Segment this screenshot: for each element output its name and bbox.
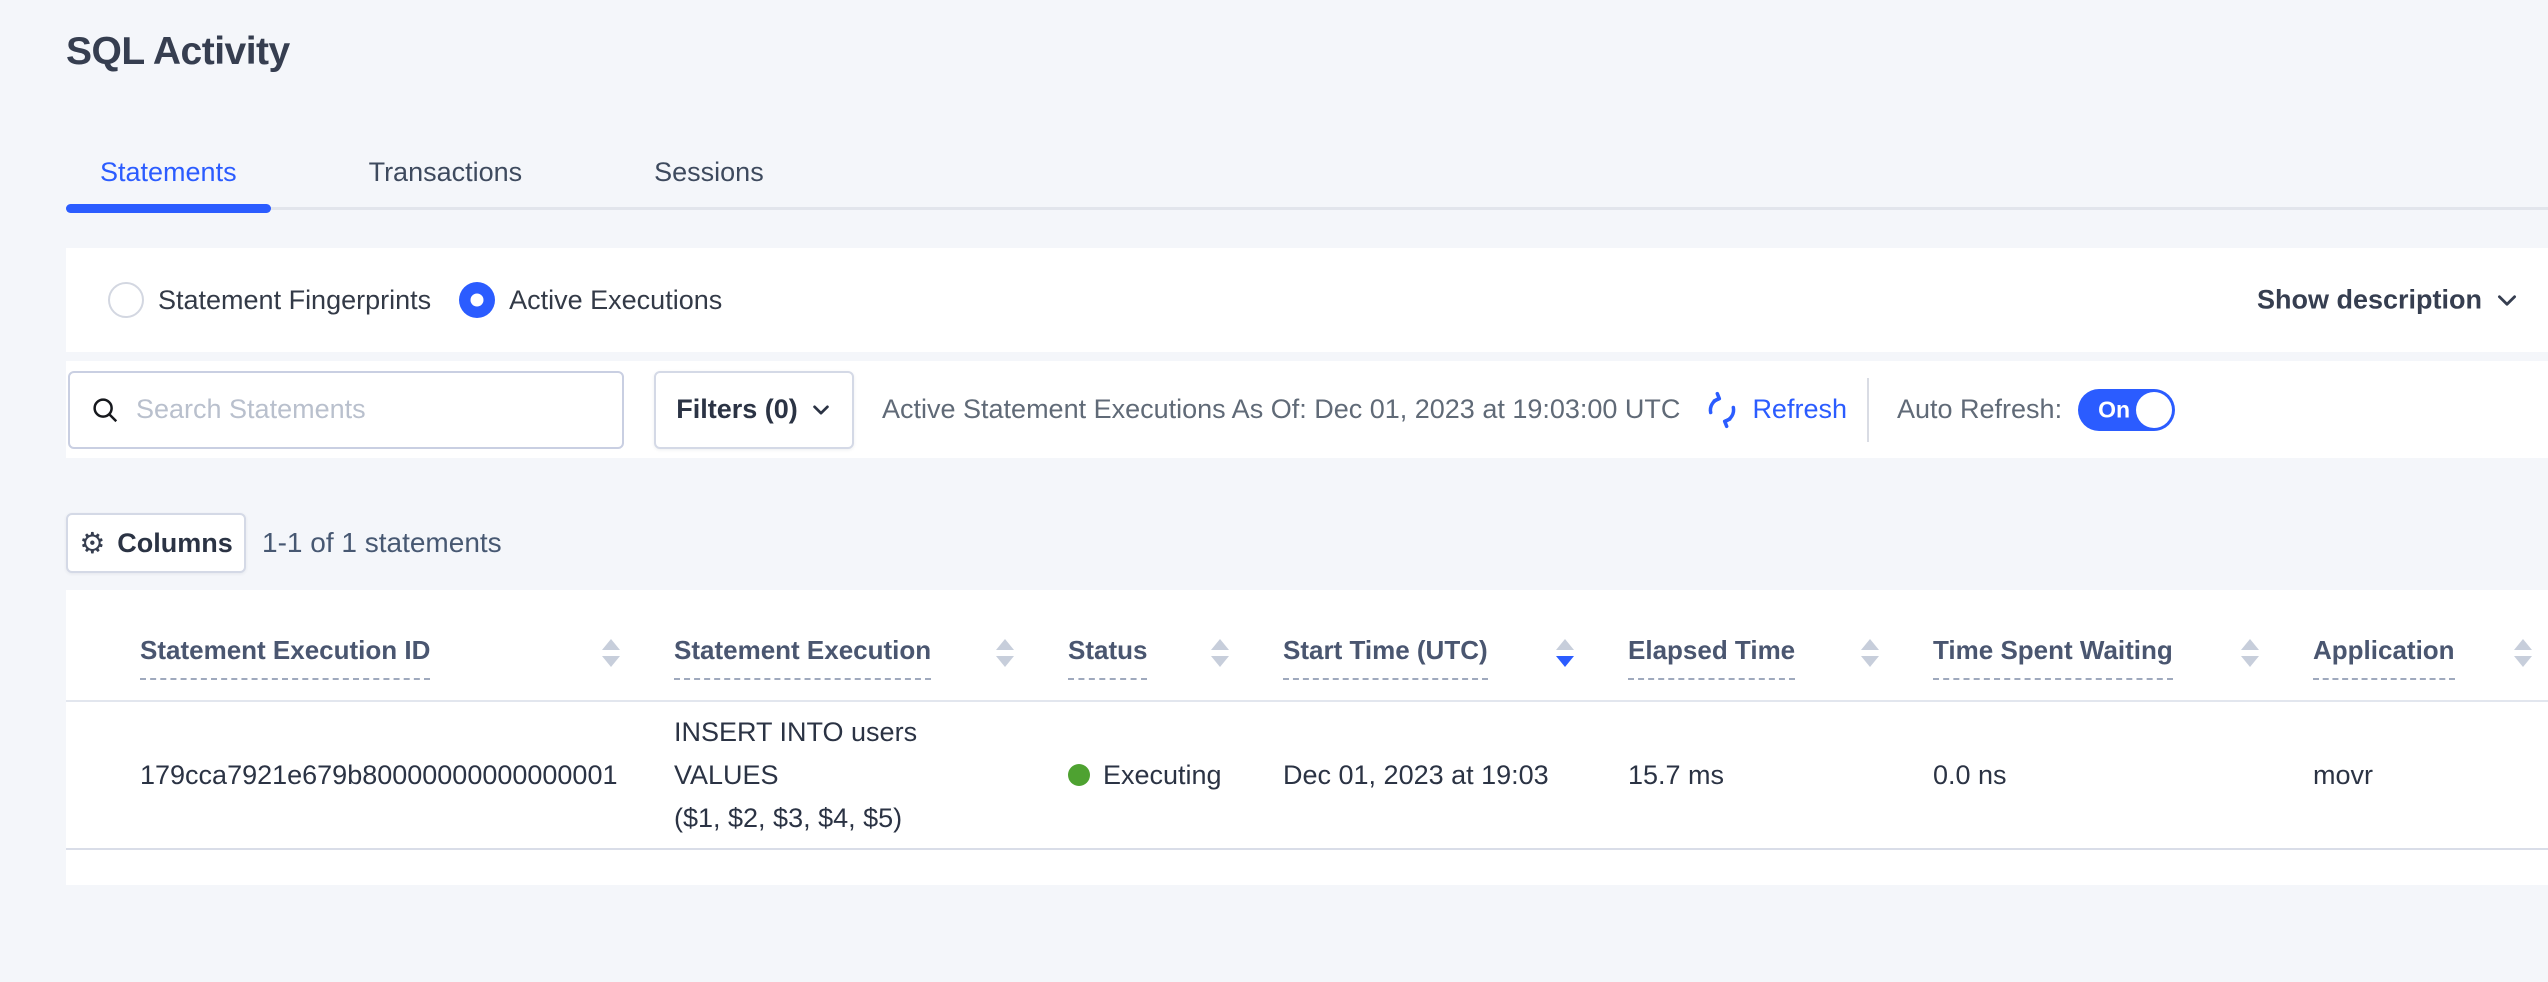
- auto-refresh-toggle[interactable]: On: [2078, 389, 2175, 431]
- cell-status: Executing: [1030, 702, 1245, 848]
- cell-execution-id[interactable]: 179cca7921e679b80000000000000001: [66, 702, 636, 848]
- toggle-state-label: On: [2098, 396, 2130, 423]
- sort-arrows-icon[interactable]: [996, 639, 1014, 667]
- radio-statement-fingerprints[interactable]: Statement Fingerprints: [108, 282, 431, 318]
- auto-refresh-label: Auto Refresh:: [1897, 394, 2062, 425]
- table-header-row: Statement Execution ID Statement Executi…: [66, 590, 2548, 702]
- toggle-knob-icon: [2136, 392, 2172, 428]
- columns-label: Columns: [117, 528, 233, 559]
- column-header-start-time[interactable]: Start Time (UTC): [1245, 590, 1590, 700]
- refresh-icon: [1702, 390, 1742, 430]
- statement-line-2: ($1, $2, $3, $4, $5): [674, 797, 1014, 840]
- tab-bar: Statements Transactions Sessions: [66, 138, 2548, 210]
- cell-time-spent-waiting: 0.0 ns: [1895, 702, 2275, 848]
- search-input[interactable]: [136, 380, 622, 440]
- sort-arrows-icon[interactable]: [1861, 639, 1879, 667]
- cell-elapsed-time: 15.7 ms: [1590, 702, 1895, 848]
- sort-arrows-icon[interactable]: [2241, 639, 2259, 667]
- radio-active-executions[interactable]: Active Executions: [459, 282, 722, 318]
- cell-statement-execution[interactable]: INSERT INTO users VALUES ($1, $2, $3, $4…: [636, 702, 1030, 848]
- table-row: 179cca7921e679b80000000000000001 INSERT …: [66, 702, 2548, 850]
- search-icon: [90, 395, 120, 425]
- column-header-elapsed-time[interactable]: Elapsed Time: [1590, 590, 1895, 700]
- search-box[interactable]: [68, 371, 624, 449]
- refresh-label: Refresh: [1752, 394, 1847, 425]
- column-header-time-spent-waiting[interactable]: Time Spent Waiting: [1895, 590, 2275, 700]
- radio-label: Active Executions: [509, 285, 722, 316]
- radio-unselected-icon[interactable]: [108, 282, 144, 318]
- sort-arrows-icon[interactable]: [2514, 639, 2532, 667]
- tab-sessions[interactable]: Sessions: [620, 138, 798, 207]
- page-title: SQL Activity: [66, 30, 290, 74]
- chevron-down-icon: [2494, 287, 2520, 313]
- filters-button[interactable]: Filters (0): [654, 371, 854, 449]
- search-filter-card: Filters (0) Active Statement Executions …: [66, 361, 2548, 458]
- status-dot-icon: [1068, 764, 1090, 786]
- columns-button[interactable]: ⚙ Columns: [66, 513, 246, 573]
- column-header-statement-execution[interactable]: Statement Execution: [636, 590, 1030, 700]
- sort-arrows-icon[interactable]: [602, 639, 620, 667]
- chevron-down-icon: [810, 399, 832, 421]
- column-header-status[interactable]: Status: [1030, 590, 1245, 700]
- gear-icon: ⚙: [79, 529, 105, 558]
- tab-statements[interactable]: Statements: [66, 138, 271, 207]
- cell-application: movr: [2275, 702, 2548, 848]
- statement-line-1: INSERT INTO users VALUES: [674, 711, 1014, 797]
- radio-label: Statement Fingerprints: [158, 285, 431, 316]
- view-mode-card: Statement Fingerprints Active Executions…: [66, 248, 2548, 352]
- show-description-label: Show description: [2257, 285, 2482, 316]
- sort-arrows-icon[interactable]: [1556, 639, 1574, 667]
- cell-start-time: Dec 01, 2023 at 19:03: [1245, 702, 1590, 848]
- refresh-link[interactable]: Refresh: [1702, 390, 1847, 430]
- statements-table: Statement Execution ID Statement Executi…: [66, 590, 2548, 885]
- radio-selected-icon[interactable]: [459, 282, 495, 318]
- filters-label: Filters (0): [676, 394, 798, 425]
- column-header-application[interactable]: Application: [2275, 590, 2548, 700]
- vertical-divider: [1867, 378, 1869, 442]
- table-toolbar: ⚙ Columns 1-1 of 1 statements: [66, 513, 502, 573]
- column-header-execution-id[interactable]: Statement Execution ID: [66, 590, 636, 700]
- status-label: Executing: [1103, 760, 1222, 791]
- show-description-toggle[interactable]: Show description: [2257, 285, 2520, 316]
- as-of-timestamp: Active Statement Executions As Of: Dec 0…: [882, 394, 1680, 425]
- tab-transactions[interactable]: Transactions: [335, 138, 557, 207]
- sort-arrows-icon[interactable]: [1211, 639, 1229, 667]
- result-count: 1-1 of 1 statements: [262, 527, 502, 559]
